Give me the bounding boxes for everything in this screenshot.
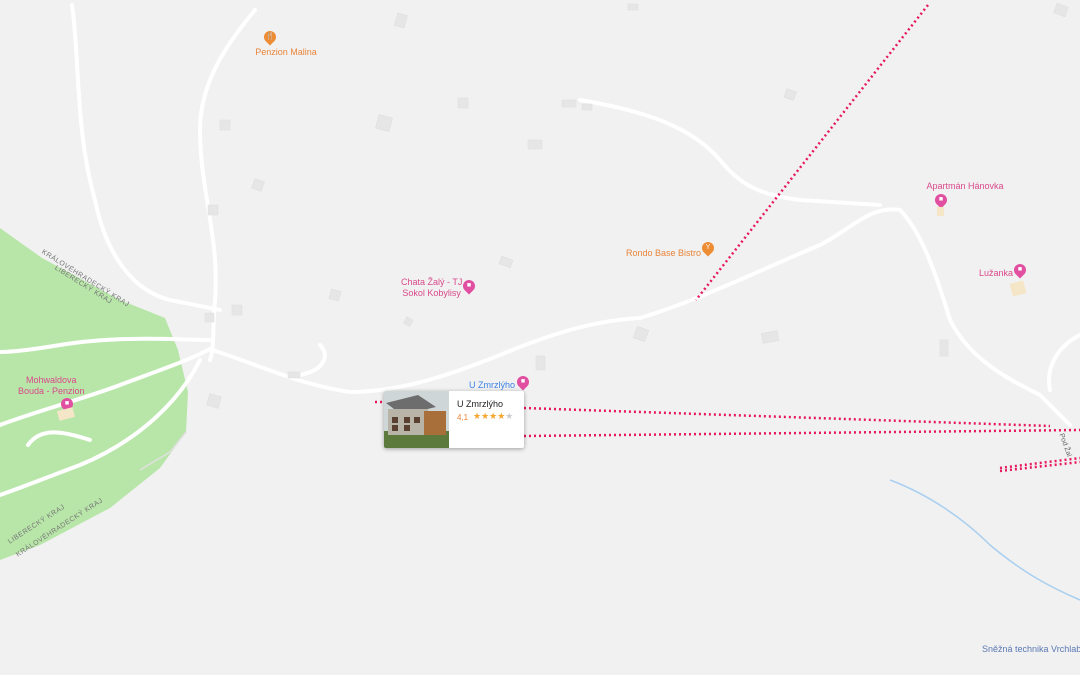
building-footprint [937, 207, 944, 216]
lodging-icon[interactable]: ■ [514, 373, 532, 391]
poi-label-snezna-technika[interactable]: Sněžná technika Vrchlab [982, 644, 1080, 655]
lodging-icon[interactable]: ■ [460, 277, 478, 295]
bar-icon[interactable]: Y [699, 239, 717, 257]
poi-label-luzanka[interactable]: Lužanka [979, 268, 1013, 279]
poi-label-chata-zaly[interactable]: Chata Žalý - TJ Sokol Kobylisy [401, 277, 462, 299]
poi-label-line: Chata Žalý - TJ [401, 277, 463, 287]
stream [889, 479, 1080, 601]
poi-label-mohwaldova-bouda[interactable]: Mohwaldova Bouda - Penzion [18, 375, 85, 397]
rating-stars-icon: ★★★★★ [473, 411, 513, 422]
place-photo [384, 391, 449, 448]
place-info-card[interactable]: U Zmrzlýho 4,1 ★★★★★ [384, 391, 524, 448]
poi-label-line: Bouda - Penzion [18, 386, 85, 396]
star-on-icon: ★★★★ [473, 411, 506, 421]
restaurant-icon[interactable]: 🍴 [261, 28, 279, 46]
poi-label-line: Sokol Kobylisy [402, 288, 461, 298]
poi-label-line: Mohwaldova [26, 375, 77, 385]
poi-label-u-zmrzlyho[interactable]: U Zmrzlýho [469, 380, 515, 391]
place-title: U Zmrzlýho [457, 399, 504, 409]
star-off-icon: ★ [505, 411, 514, 421]
poi-label-apartman-hanovka[interactable]: Apartmán Hánovka [926, 181, 1003, 192]
lodging-icon[interactable]: ■ [1011, 261, 1029, 279]
map-canvas[interactable] [0, 0, 1080, 675]
place-rating: 4,1 [457, 413, 469, 422]
poi-label-rondo-base-bistro[interactable]: Rondo Base Bistro [626, 248, 701, 259]
lodging-icon[interactable]: ■ [932, 191, 950, 209]
poi-label-penzion-malina[interactable]: Penzion Malina [255, 47, 317, 58]
